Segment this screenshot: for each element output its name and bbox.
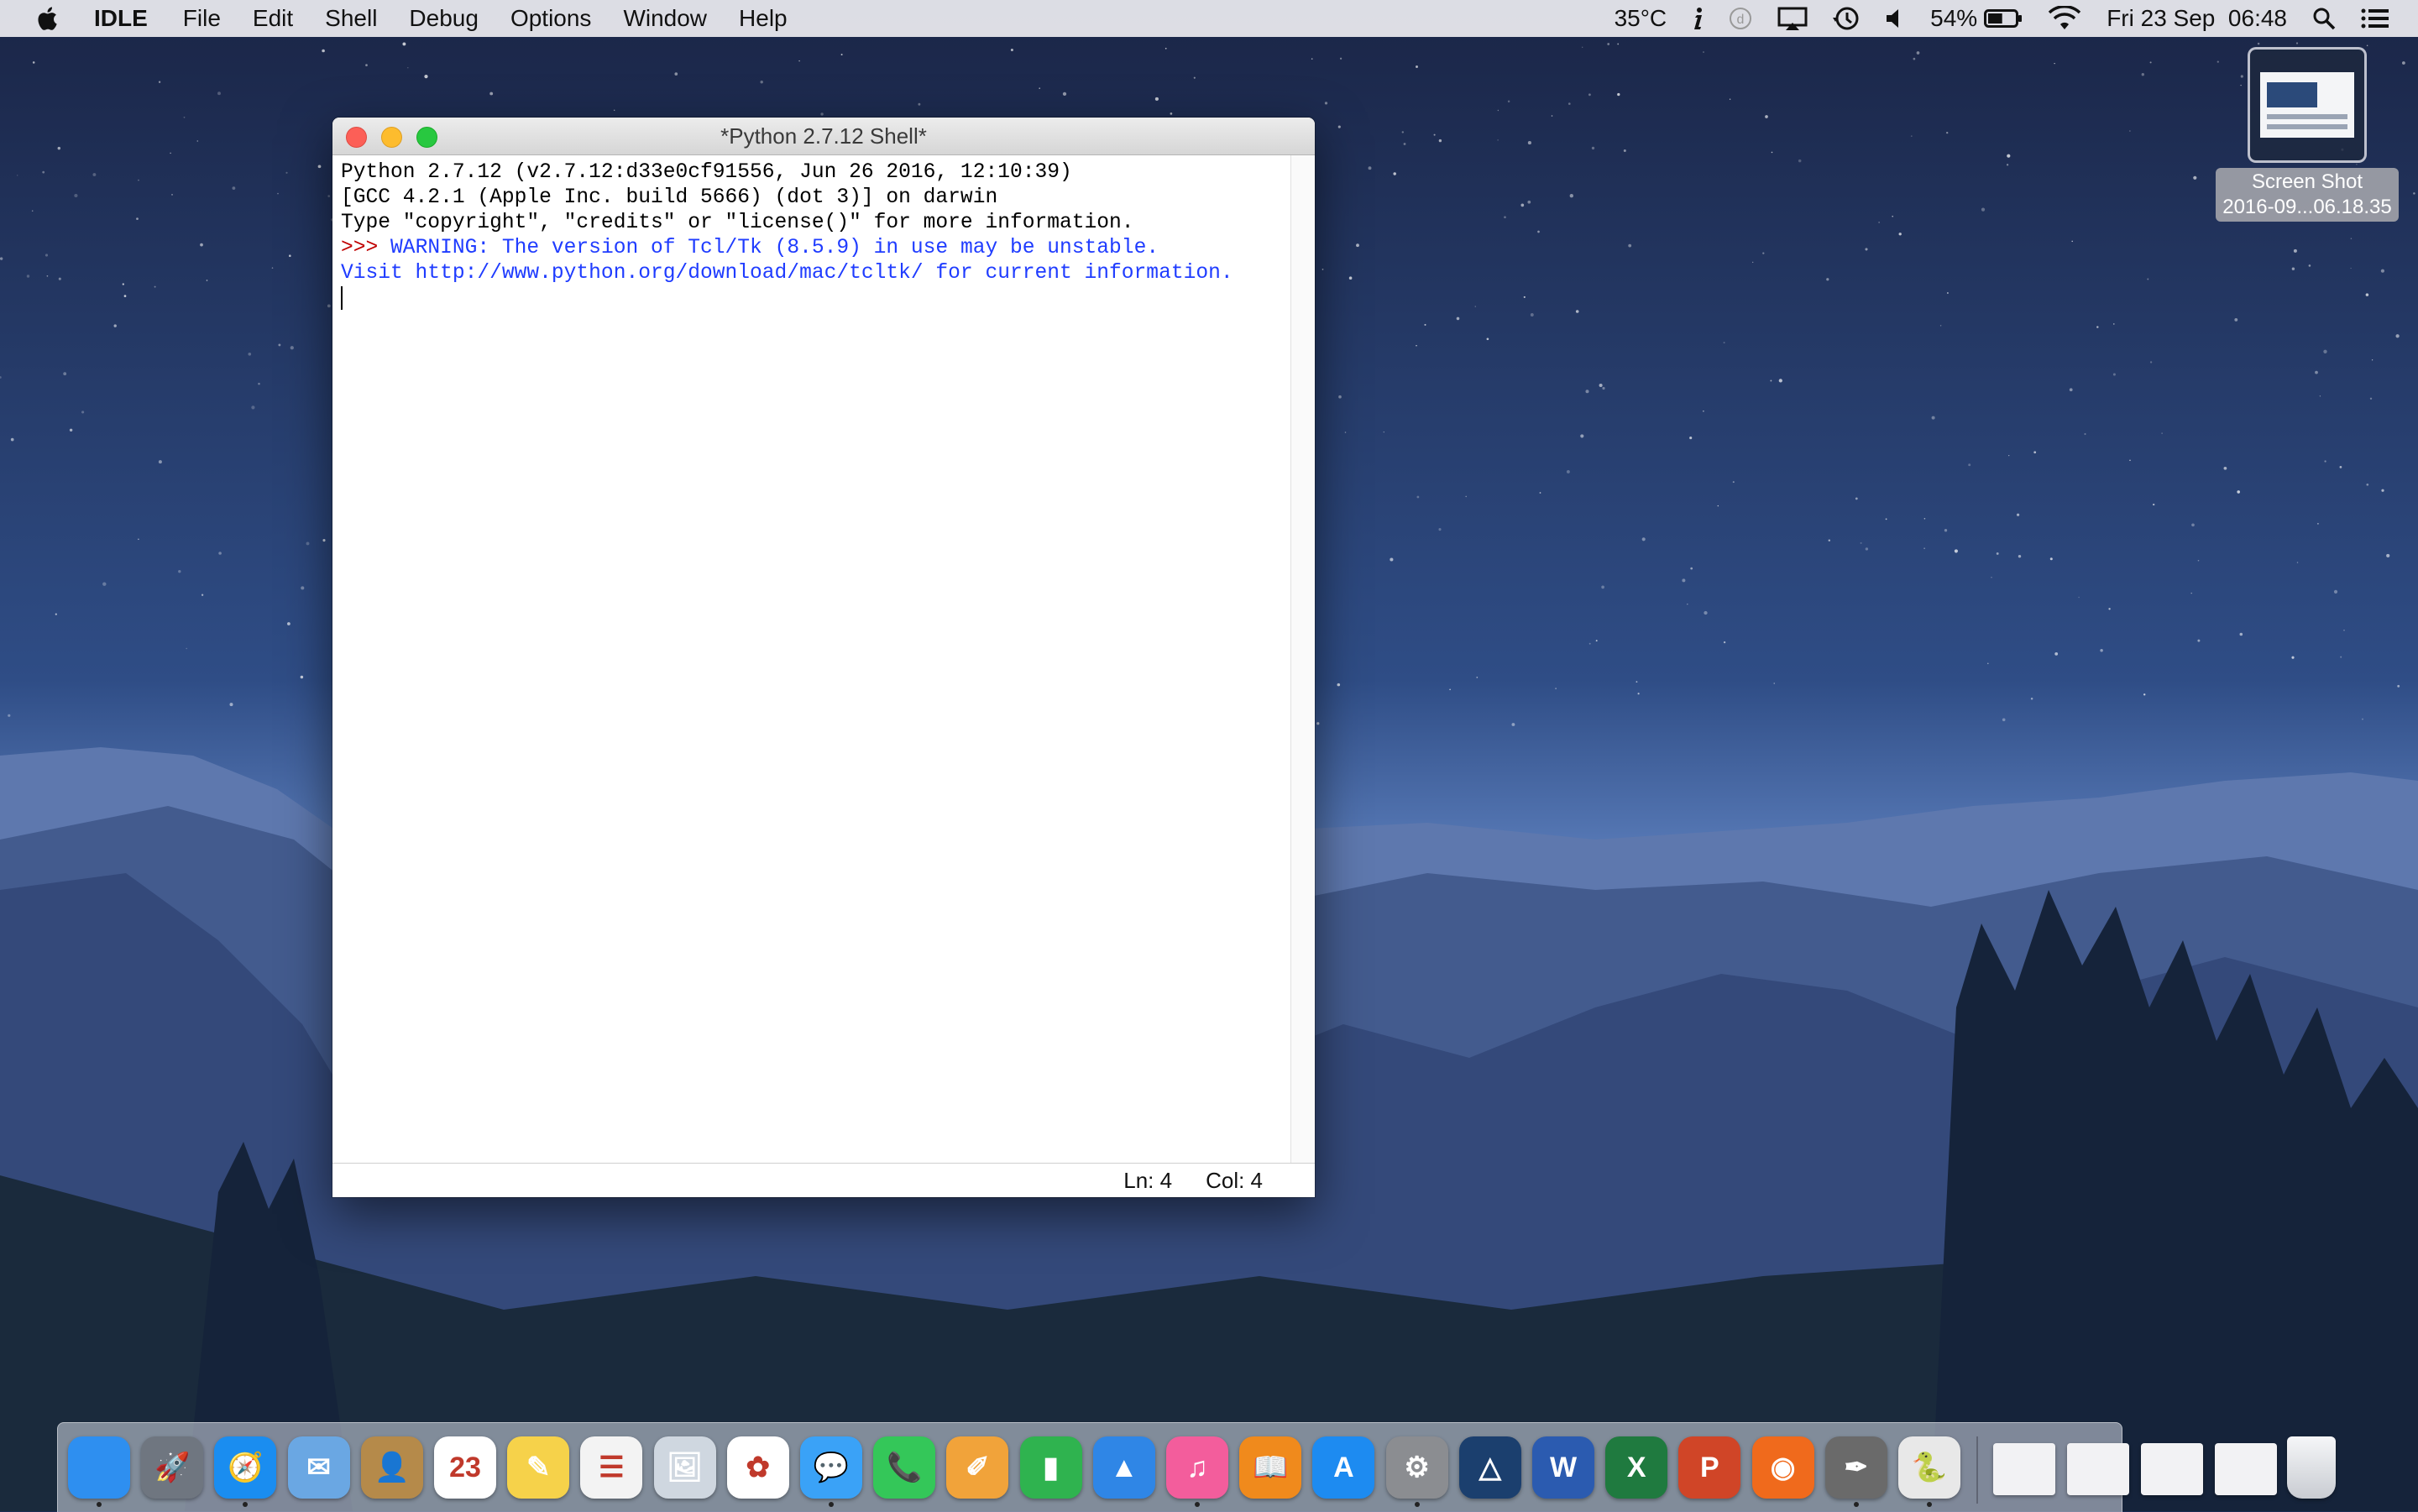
shell-output-text: Type "copyright", "credits" or "license(…	[341, 212, 1134, 234]
svg-text:d: d	[1737, 13, 1745, 27]
dock-minimized-window-2[interactable]	[2067, 1443, 2129, 1495]
shell-warning-text: Visit http://www.python.org/download/mac…	[341, 262, 1233, 285]
trash-icon[interactable]	[2287, 1436, 2336, 1499]
window-titlebar[interactable]: *Python 2.7.12 Shell*	[332, 118, 1315, 155]
file-label-line2: 2016-09...06.18.35	[2222, 196, 2392, 218]
dock-contacts-icon[interactable]: 👤	[360, 1436, 423, 1499]
dock-running-indicator	[243, 1502, 249, 1507]
shell-text-area[interactable]: Python 2.7.12 (v2.7.12:d33e0cf91556, Jun…	[332, 155, 1290, 1197]
line-number-indicator: Ln: 4	[1123, 1167, 1173, 1193]
dashboard-icon[interactable]: d	[1729, 7, 1752, 30]
spotlight-icon[interactable]	[2312, 7, 2336, 30]
dock-pages-icon[interactable]: ✐	[946, 1436, 1009, 1499]
menu-shell[interactable]: Shell	[325, 5, 377, 32]
dock-pen-tool-icon[interactable]: ✒	[1824, 1436, 1887, 1499]
time-machine-icon[interactable]	[1833, 6, 1860, 31]
dock-notes-icon[interactable]: ✎	[507, 1436, 570, 1499]
dock-app-store-icon[interactable]: A	[1312, 1436, 1375, 1499]
dock-running-indicator	[1195, 1502, 1200, 1507]
dock-running-indicator	[1853, 1502, 1859, 1507]
shell-line: Python 2.7.12 (v2.7.12:d33e0cf91556, Jun…	[341, 160, 1281, 186]
dock-separator	[1976, 1436, 1978, 1504]
desktop-screenshot-file[interactable]: Screen Shot 2016-09...06.18.35	[2206, 47, 2408, 222]
shell-output-text: [GCC 4.2.1 (Apple Inc. build 5666) (dot …	[341, 186, 998, 209]
dock-photos-icon[interactable]: ✿	[726, 1436, 789, 1499]
dock-facetime-icon[interactable]: 📞	[873, 1436, 936, 1499]
notification-center-icon[interactable]	[2361, 8, 2389, 29]
dock-affinity-designer-icon[interactable]: △	[1458, 1436, 1521, 1499]
text-cursor	[341, 286, 343, 310]
shell-line: [GCC 4.2.1 (Apple Inc. build 5666) (dot …	[341, 186, 1281, 211]
dock-python-idle-icon[interactable]: 🐍	[1898, 1436, 1960, 1499]
dock-finder-icon[interactable]	[68, 1436, 130, 1499]
dock-reminders-icon[interactable]: ☰	[580, 1436, 643, 1499]
info-icon[interactable]	[1692, 7, 1704, 30]
dock-mail-icon[interactable]: ✉	[287, 1436, 350, 1499]
vertical-scrollbar[interactable]	[1290, 155, 1315, 1197]
dock-running-indicator	[1414, 1502, 1420, 1507]
dock-calendar-icon[interactable]: 23	[434, 1436, 496, 1499]
dock-word-icon[interactable]: W	[1532, 1436, 1594, 1499]
shell-warning-text: WARNING: The version of Tcl/Tk (8.5.9) i…	[390, 237, 1159, 259]
dock-numbers-icon[interactable]: ▮	[1019, 1436, 1082, 1499]
dock-preview-icon[interactable]: 🖼	[653, 1436, 716, 1499]
screenshot-thumbnail-icon	[2248, 47, 2367, 163]
dock-minimized-window-3[interactable]	[2141, 1443, 2203, 1495]
window-title: *Python 2.7.12 Shell*	[720, 123, 927, 149]
menu-debug[interactable]: Debug	[409, 5, 479, 32]
clock[interactable]: Fri 23 Sep 06:48	[2107, 5, 2287, 32]
shell-output-text: Python 2.7.12 (v2.7.12:d33e0cf91556, Jun…	[341, 161, 1072, 184]
battery-percent: 54%	[1930, 5, 1978, 31]
close-button[interactable]	[346, 127, 367, 148]
file-label-line1: Screen Shot	[2251, 170, 2363, 193]
menu-app-name[interactable]: IDLE	[94, 5, 148, 32]
shell-line: Type "copyright", "credits" or "license(…	[341, 211, 1281, 236]
column-number-indicator: Col: 4	[1206, 1167, 1263, 1193]
dock-minimized-window-4[interactable]	[2215, 1443, 2277, 1495]
status-bar: Ln: 4 Col: 4	[332, 1163, 1315, 1197]
zoom-button[interactable]	[416, 127, 437, 148]
shell-prompt: >>>	[341, 237, 391, 259]
shell-line: >>> WARNING: The version of Tcl/Tk (8.5.…	[341, 236, 1281, 261]
menu-edit[interactable]: Edit	[253, 5, 293, 32]
dock-safari-icon[interactable]: 🧭	[214, 1436, 277, 1499]
wifi-icon[interactable]	[2048, 6, 2081, 31]
battery-indicator[interactable]: 54%	[1930, 5, 2023, 32]
dock: 🚀 🧭 ✉ 👤 23 ✎ ☰ 🖼 ✿ 💬 📞 ✐ ▮ ▲ ♫ 📖 A ⚙ △ W X P ◉ ✒ 🐍	[57, 1422, 2336, 1512]
minimize-button[interactable]	[381, 127, 402, 148]
menu-bar: IDLE File Edit Shell Debug Options Windo…	[0, 0, 2418, 37]
dock-ibooks-icon[interactable]: 📖	[1239, 1436, 1302, 1499]
shell-input-line[interactable]	[341, 286, 1281, 312]
menu-file[interactable]: File	[183, 5, 221, 32]
menu-window[interactable]: Window	[623, 5, 707, 32]
apple-logo-icon[interactable]	[0, 6, 94, 31]
dock-excel-icon[interactable]: X	[1605, 1436, 1668, 1499]
dock-running-indicator	[829, 1502, 834, 1507]
status-menus: 35°C d 54% Fri 23 Sep 06:48	[1615, 0, 2418, 37]
dock-running-indicator	[97, 1502, 102, 1507]
airplay-icon[interactable]	[1777, 7, 1808, 30]
desktop-file-label: Screen Shot 2016-09...06.18.35	[2216, 168, 2399, 222]
menu-options[interactable]: Options	[510, 5, 592, 32]
temperature-readout[interactable]: 35°C	[1615, 5, 1667, 32]
idle-shell-window: *Python 2.7.12 Shell* Python 2.7.12 (v2.…	[332, 118, 1315, 1197]
dock-minimized-window-1[interactable]	[1993, 1443, 2055, 1495]
dock-launchpad-icon[interactable]: 🚀	[141, 1436, 204, 1499]
battery-icon	[1984, 9, 2023, 28]
dock-running-indicator	[1927, 1502, 1932, 1507]
volume-icon[interactable]	[1885, 8, 1905, 29]
dock-messages-icon[interactable]: 💬	[800, 1436, 862, 1499]
dock-itunes-icon[interactable]: ♫	[1166, 1436, 1228, 1499]
dock-system-preferences-icon[interactable]: ⚙	[1385, 1436, 1448, 1499]
window-controls	[346, 127, 452, 148]
dock-keynote-icon[interactable]: ▲	[1092, 1436, 1155, 1499]
shell-line: Visit http://www.python.org/download/mac…	[341, 261, 1281, 286]
dock-origin-icon[interactable]: ◉	[1751, 1436, 1814, 1499]
dock-powerpoint-icon[interactable]: P	[1678, 1436, 1741, 1499]
menu-help[interactable]: Help	[739, 5, 788, 32]
